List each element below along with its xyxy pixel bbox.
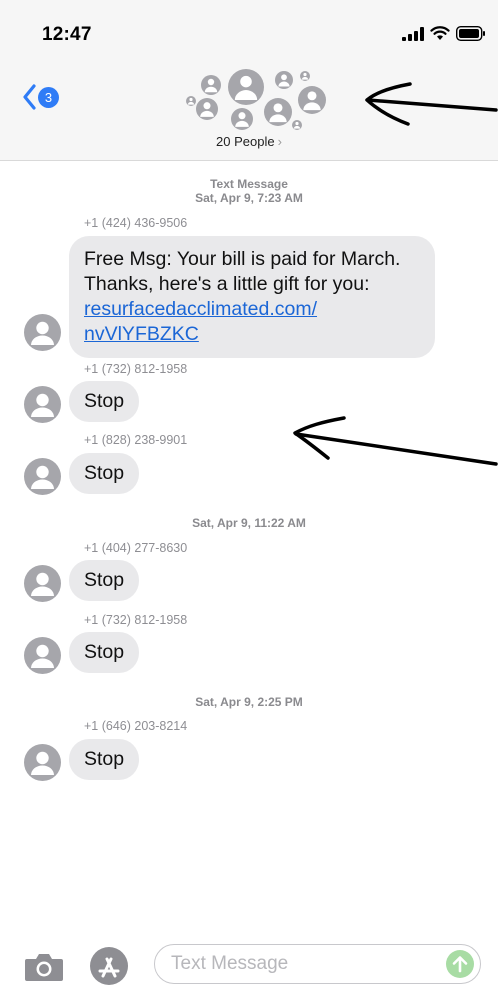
message-bubble[interactable]: Stop — [69, 381, 140, 422]
sender-number: +1 (732) 812-1958 — [84, 613, 188, 627]
back-button[interactable]: 3 — [22, 84, 59, 110]
message-text: Free Msg: Your bill is paid for March. T… — [84, 248, 401, 295]
camera-icon[interactable] — [24, 952, 64, 982]
avatar-icon — [24, 386, 61, 423]
annotation-arrow-messages — [293, 416, 498, 466]
message-text: Stop — [84, 748, 125, 770]
unread-count-badge: 3 — [38, 86, 59, 108]
timestamp-header: Text Message Sat, Apr 9, 7:23 AM — [0, 177, 498, 205]
timestamp-date: Sat, Apr 9, 7:23 AM — [195, 191, 303, 205]
message-composer: Text Message — [0, 930, 498, 990]
message-link[interactable]: resurfacedacclimated.com/ nvVlYFBZKC — [84, 297, 421, 347]
avatar-icon — [24, 637, 61, 674]
message-bubble[interactable]: Stop — [69, 560, 140, 601]
message-bubble[interactable]: Stop — [69, 739, 140, 780]
message-input-placeholder: Text Message — [171, 953, 289, 974]
message-bubble[interactable]: Free Msg: Your bill is paid for March. T… — [69, 236, 435, 358]
message-bubble[interactable]: Stop — [69, 632, 140, 673]
wifi-icon — [430, 26, 450, 40]
sender-number: +1 (732) 812-1958 — [84, 362, 188, 376]
send-arrow-icon — [452, 956, 468, 973]
timestamp-date: Sat, Apr 9, 11:22 AM — [192, 516, 306, 530]
sender-number: +1 (404) 277-8630 — [84, 541, 188, 555]
sender-number: +1 (828) 238-9901 — [84, 433, 188, 447]
status-icons — [402, 26, 486, 41]
signal-icon — [402, 26, 424, 41]
status-bar: 12:47 — [0, 0, 498, 58]
annotation-arrow-header — [365, 82, 498, 126]
timestamp-header: Sat, Apr 9, 11:22 AM — [0, 516, 498, 530]
chevron-left-icon — [23, 84, 36, 110]
avatar-icon — [24, 458, 61, 495]
timestamp-header: Sat, Apr 9, 2:25 PM — [0, 695, 498, 709]
sender-number: +1 (646) 203-8214 — [84, 719, 188, 733]
avatar-icon — [24, 565, 61, 602]
message-text: Stop — [84, 390, 125, 412]
message-text: Stop — [84, 569, 125, 591]
message-text: Stop — [84, 641, 125, 663]
message-type-label: Text Message — [210, 177, 288, 191]
send-button[interactable] — [446, 950, 474, 978]
battery-icon — [456, 26, 485, 41]
message-bubble[interactable]: Stop — [69, 453, 140, 494]
avatar-icon — [24, 744, 61, 781]
timestamp-date: Sat, Apr 9, 2:25 PM — [195, 695, 303, 709]
status-time: 12:47 — [42, 24, 92, 45]
people-count-label: 20 People — [216, 134, 275, 149]
avatar-icon — [24, 314, 61, 351]
message-text: Stop — [84, 462, 125, 484]
sender-number: +1 (424) 436-9506 — [84, 216, 188, 230]
app-store-icon[interactable] — [89, 946, 129, 986]
chevron-right-icon: › — [277, 134, 282, 149]
message-input[interactable]: Text Message — [154, 944, 481, 984]
group-avatars-icon[interactable] — [180, 62, 330, 134]
